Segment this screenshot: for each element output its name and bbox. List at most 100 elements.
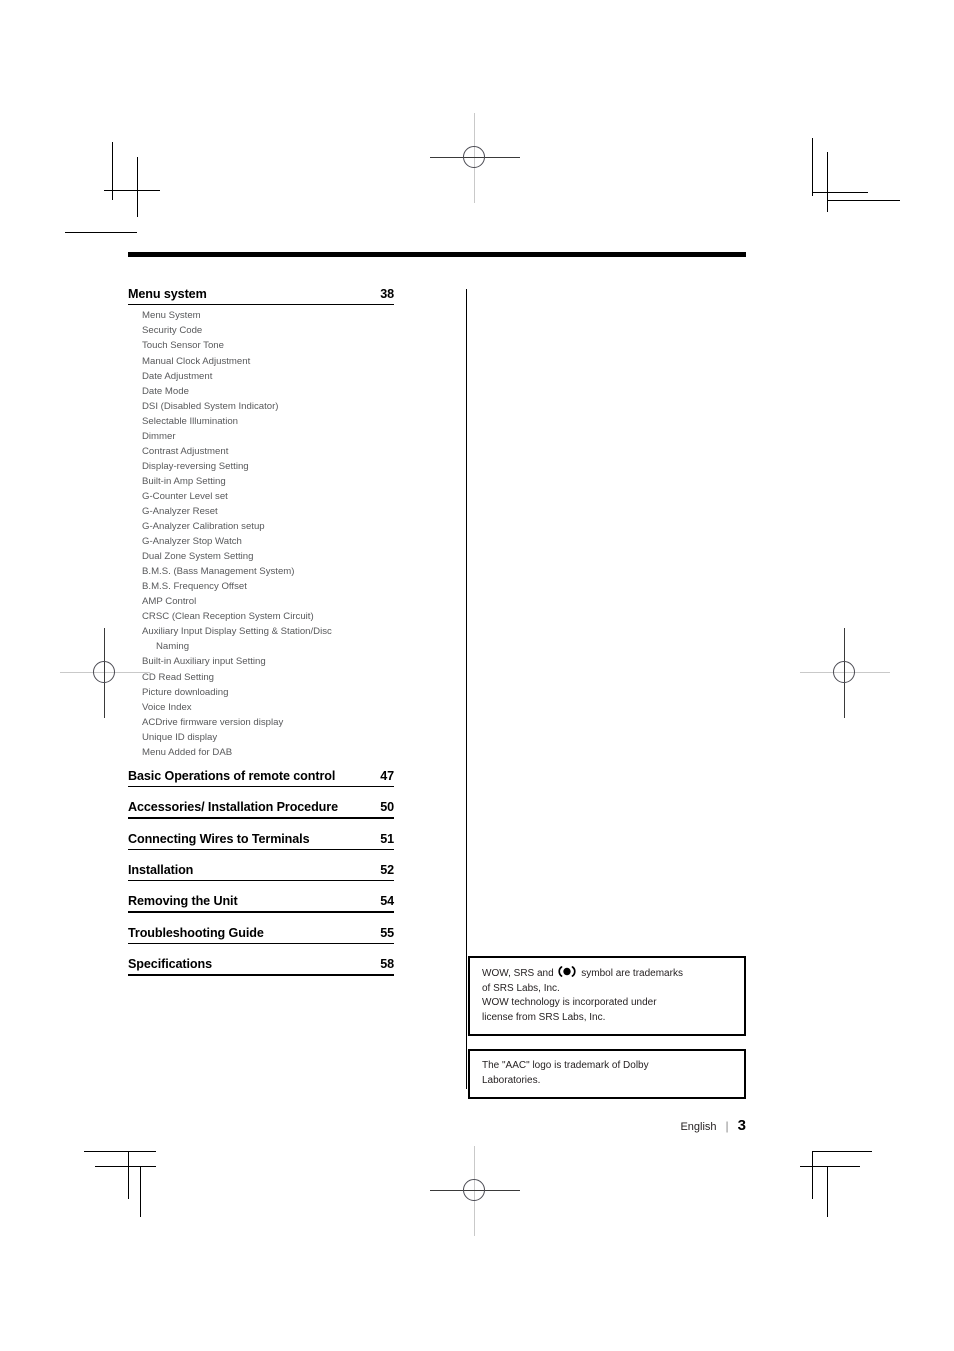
right-column: WOW, SRS and symbol are trademarks of SR…	[466, 287, 746, 1134]
toc-entry-rule	[128, 974, 394, 976]
toc-entry-title: Accessories/ Installation Procedure	[128, 800, 338, 815]
registration-circle	[463, 146, 485, 168]
toc-entry-rule	[128, 304, 394, 306]
toc-entry-page: 38	[380, 287, 394, 301]
toc-entry-header: Removing the Unit 54	[128, 894, 394, 911]
list-item: Menu System	[142, 310, 201, 322]
registration-mark-bottom	[430, 1146, 520, 1236]
srs-trademark-text-after: symbol are trademarks	[581, 968, 683, 979]
toc-entry-title: Specifications	[128, 957, 212, 972]
list-item: Contrast Adjustment	[142, 445, 229, 457]
srs-trademark-text-before: WOW, SRS and	[482, 968, 554, 979]
srs-trademark-line-2: of SRS Labs, Inc.	[482, 982, 560, 994]
toc-entry-header: Specifications 58	[128, 957, 394, 974]
toc-entry-installation[interactable]: Installation 52	[128, 863, 394, 882]
list-item: G-Analyzer Calibration setup	[142, 521, 265, 533]
toc-entry-title: Menu system	[128, 287, 207, 301]
toc-entry-page: 54	[380, 894, 394, 909]
list-item: Picture downloading	[142, 686, 229, 698]
toc-entry-header: Accessories/ Installation Procedure 50	[128, 800, 394, 817]
toc-entry-basic-operations-remote-control[interactable]: Basic Operations of remote control 47	[128, 769, 394, 788]
page-content: Menu system 38 Menu System Security Code…	[128, 252, 746, 1134]
list-item: B.M.S. Frequency Offset	[142, 581, 247, 593]
toc-entry-page: 52	[380, 862, 394, 877]
list-item: DSI (Disabled System Indicator)	[142, 400, 279, 412]
toc-entry-page: 47	[380, 768, 394, 783]
toc-entry-title: Basic Operations of remote control	[128, 768, 336, 783]
registration-mark-right	[800, 628, 890, 718]
list-item: G-Counter Level set	[142, 490, 228, 502]
srs-circle-symbol	[557, 966, 577, 977]
toc-entry-header: Menu system 38	[128, 287, 394, 304]
list-item: G-Analyzer Stop Watch	[142, 536, 242, 548]
srs-trademark-line-3: WOW technology is incorporated under	[482, 997, 657, 1009]
list-item: Selectable Illumination	[142, 415, 238, 427]
list-item: Auxiliary Input Display Setting & Statio…	[142, 626, 332, 638]
registration-circle	[463, 1179, 485, 1201]
list-item: Touch Sensor Tone	[142, 340, 224, 352]
toc-entry-header: Installation 52	[128, 863, 394, 880]
toc-entry-page: 51	[380, 831, 394, 846]
list-item: B.M.S. (Bass Management System)	[142, 566, 295, 578]
list-item: Date Mode	[142, 385, 189, 397]
list-item: Dimmer	[142, 430, 176, 442]
srs-trademark-box: WOW, SRS and symbol are trademarks of SR…	[468, 956, 746, 1037]
list-item: Date Adjustment	[142, 370, 213, 382]
toc-entry-title: Troubleshooting Guide	[128, 925, 264, 940]
list-item: Display-reversing Setting	[142, 460, 249, 472]
list-item: Voice Index	[142, 701, 192, 713]
toc-entry-title: Installation	[128, 862, 194, 877]
list-item: Security Code	[142, 325, 203, 337]
toc-entry-removing-the-unit[interactable]: Removing the Unit 54	[128, 894, 394, 913]
list-item: Built-in Auxiliary input Setting	[142, 656, 266, 668]
list-item: ACDrive firmware version display	[142, 716, 284, 728]
toc-entry-page: 58	[380, 957, 394, 972]
two-column-layout: Menu system 38 Menu System Security Code…	[128, 287, 746, 1134]
toc-entry-page: 55	[380, 925, 394, 940]
footer-language: English	[680, 1121, 717, 1133]
list-item: CRSC (Clean Reception System Circuit)	[142, 611, 314, 623]
footer-page-number: 3	[737, 1117, 746, 1134]
list-item: Unique ID display	[142, 731, 218, 743]
registration-circle	[93, 661, 115, 683]
toc-entry-header: Troubleshooting Guide 55	[128, 926, 394, 943]
list-item-wrap-text: Naming	[156, 641, 190, 653]
registration-circle	[833, 661, 855, 683]
toc-entry-header: Basic Operations of remote control 47	[128, 769, 394, 786]
aac-trademark-box: The "AAC" logo is trademark of Dolby Lab…	[468, 1049, 746, 1100]
list-item: Menu Added for DAB	[142, 746, 233, 758]
toc-entry-connecting-wires-to-terminals[interactable]: Connecting Wires to Terminals 51	[128, 832, 394, 850]
registration-mark-left	[60, 628, 150, 718]
aac-trademark-line-1: The "AAC" logo is trademark of Dolby	[482, 1060, 649, 1071]
footer-separator: |	[725, 1119, 729, 1133]
table-of-contents: Menu system 38 Menu System Security Code…	[128, 287, 394, 976]
toc-entry-header: Connecting Wires to Terminals 51	[128, 832, 394, 849]
list-item: AMP Control	[142, 596, 197, 608]
toc-entry-specifications[interactable]: Specifications 58	[128, 957, 394, 976]
list-item: Built-in Amp Setting	[142, 475, 226, 487]
toc-entry-page: 50	[380, 800, 394, 815]
registration-mark-top	[430, 113, 520, 203]
aac-trademark-line-2: Laboratories.	[482, 1074, 541, 1086]
page-footer: English | 3	[466, 1117, 746, 1134]
list-item: Manual Clock Adjustment	[142, 355, 251, 367]
toc-entry-title: Connecting Wires to Terminals	[128, 831, 310, 846]
list-item: CD Read Setting	[142, 671, 214, 683]
list-item-wrap: Naming	[142, 639, 394, 654]
srs-trademark-line-1: WOW, SRS and symbol are trademarks	[482, 966, 734, 982]
toc-entry-title: Removing the Unit	[128, 894, 238, 909]
header-rule	[128, 252, 746, 257]
list-item: G-Analyzer Reset	[142, 506, 218, 517]
list-item: Dual Zone System Setting	[142, 551, 254, 563]
toc-entry-troubleshooting-guide[interactable]: Troubleshooting Guide 55	[128, 926, 394, 945]
toc-entry-accessories-installation-procedure[interactable]: Accessories/ Installation Procedure 50	[128, 800, 394, 819]
srs-trademark-line-4: license from SRS Labs, Inc.	[482, 1011, 606, 1023]
toc-entry-menu-system[interactable]: Menu system 38 Menu System Security Code…	[128, 287, 394, 760]
